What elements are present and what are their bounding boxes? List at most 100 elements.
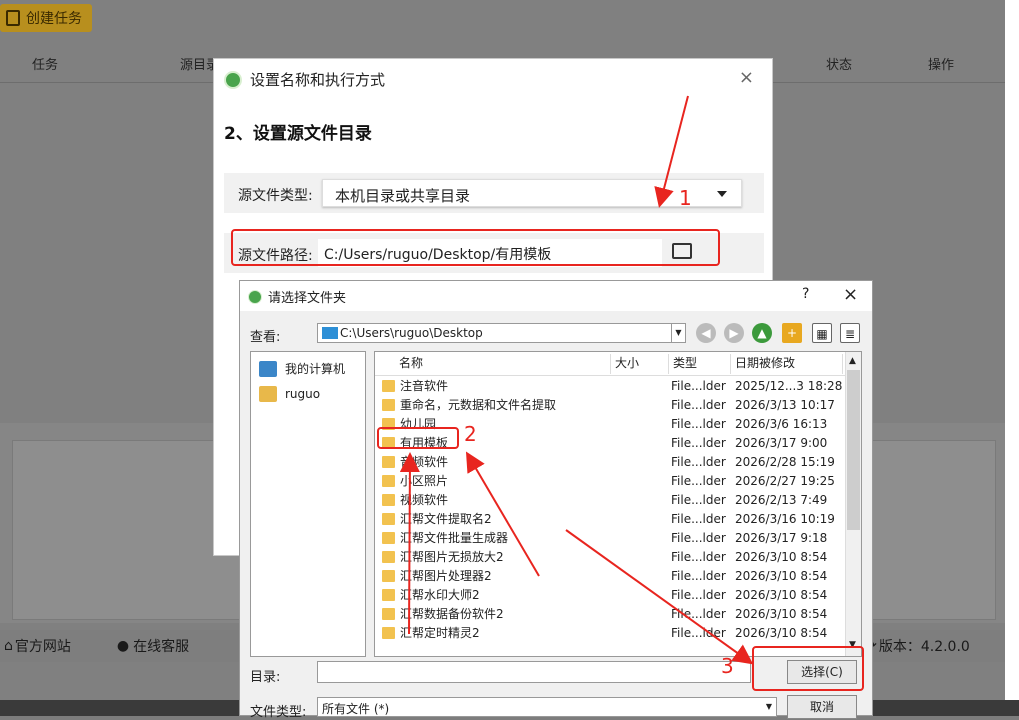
file-date: 2026/3/10 8:54	[735, 607, 828, 621]
column-date[interactable]: 日期被修改	[731, 354, 843, 374]
file-name: 汇帮图片处理器2	[400, 569, 492, 583]
file-name: 汇帮文件批量生成器	[400, 531, 509, 545]
new-folder-icon[interactable]: +	[782, 323, 802, 343]
scrollbar[interactable]: ▲ ▼	[845, 352, 861, 656]
file-type: File...lder	[671, 588, 726, 602]
file-type: File...lder	[671, 512, 726, 526]
file-date: 2026/3/6 16:13	[735, 417, 828, 431]
folder-icon	[382, 380, 395, 392]
highlight-path-row	[231, 229, 720, 266]
place-ruguo[interactable]: ruguo	[259, 386, 320, 402]
look-in-label: 查看:	[250, 330, 281, 345]
file-type: File...lder	[671, 607, 726, 621]
file-type: File...lder	[671, 436, 726, 450]
close-icon[interactable]: ×	[739, 67, 754, 88]
place-my-computer[interactable]: 我的计算机	[259, 360, 345, 377]
column-action: 操作	[928, 58, 955, 73]
highlight-folder	[377, 427, 459, 449]
column-name[interactable]: 名称	[395, 354, 611, 374]
file-name: 视频软件	[400, 493, 449, 507]
folder-icon	[382, 513, 395, 525]
task-icon	[6, 10, 20, 26]
forward-icon[interactable]: ▶	[724, 323, 744, 343]
file-row[interactable]: 汇帮图片无损放大2 File...lder 2026/3/10 8:54	[375, 548, 845, 567]
column-size[interactable]: 大小	[611, 354, 669, 374]
file-row[interactable]: 音频软件 File...lder 2026/2/28 15:19	[375, 453, 845, 472]
file-row[interactable]: 汇帮文件提取名2 File...lder 2026/3/16 10:19	[375, 510, 845, 529]
file-row[interactable]: 注音软件 File...lder 2025/12...3 18:28	[375, 377, 845, 396]
step-number-2: 2	[464, 422, 477, 446]
detail-view-icon[interactable]: ≣	[840, 323, 860, 343]
help-icon[interactable]: ?	[802, 286, 809, 302]
scroll-thumb[interactable]	[847, 370, 860, 530]
version-label: 版本：4.2.0.0	[878, 639, 970, 655]
user-folder-icon	[259, 386, 277, 402]
create-task-button[interactable]: 创建任务	[0, 4, 92, 32]
file-type: File...lder	[671, 626, 726, 640]
file-row[interactable]: 汇帮定时精灵2 File...lder 2026/3/10 8:54	[375, 624, 845, 643]
directory-input[interactable]	[317, 661, 751, 683]
column-type[interactable]: 类型	[669, 354, 731, 374]
file-row[interactable]: 汇帮图片处理器2 File...lder 2026/3/10 8:54	[375, 567, 845, 586]
file-date: 2026/3/10 8:54	[735, 588, 828, 602]
dialog-title: 设置名称和执行方式	[224, 69, 385, 90]
file-date: 2026/3/17 9:00	[735, 436, 828, 450]
file-name: 汇帮水印大师2	[400, 588, 480, 602]
folder-icon	[382, 494, 395, 506]
file-type: File...lder	[671, 417, 726, 431]
folder-icon	[382, 475, 395, 487]
folder-icon	[382, 589, 395, 601]
folder-icon	[382, 627, 395, 639]
file-name: 汇帮定时精灵2	[400, 626, 480, 640]
folder-icon	[382, 608, 395, 620]
support-icon: ●	[116, 638, 130, 654]
header-separator	[375, 375, 845, 376]
filetype-label: 文件类型:	[250, 705, 307, 720]
list-view-icon[interactable]: ▦	[812, 323, 832, 343]
file-type: File...lder	[671, 474, 726, 488]
scroll-up-icon[interactable]: ▲	[849, 356, 856, 366]
file-date: 2026/2/27 19:25	[735, 474, 835, 488]
file-row[interactable]: 汇帮数据备份软件2 File...lder 2026/3/10 8:54	[375, 605, 845, 624]
cancel-button[interactable]: 取消	[787, 695, 857, 719]
directory-label: 目录:	[250, 670, 281, 685]
chevron-down-icon[interactable]: ▼	[671, 324, 685, 342]
support-link[interactable]: 在线客服	[133, 636, 189, 656]
file-type: File...lder	[671, 379, 726, 393]
file-row[interactable]: 视频软件 File...lder 2026/2/13 7:49	[375, 491, 845, 510]
place-label: ruguo	[285, 387, 321, 401]
step-number-1: 1	[679, 186, 692, 210]
file-date: 2026/3/10 8:54	[735, 626, 828, 640]
back-icon[interactable]: ◀	[696, 323, 716, 343]
file-type: File...lder	[671, 455, 726, 469]
up-icon[interactable]: ▲	[752, 323, 772, 343]
close-icon[interactable]: ×	[843, 284, 858, 305]
desktop-edge	[1005, 0, 1019, 700]
website-link[interactable]: 官方网站	[15, 636, 71, 656]
picker-title: 请选择文件夹	[248, 287, 346, 306]
file-row[interactable]: 汇帮文件批量生成器 File...lder 2026/3/17 9:18	[375, 529, 845, 548]
file-row[interactable]: 小区照片 File...lder 2026/2/27 19:25	[375, 472, 845, 491]
place-label: 我的计算机	[285, 362, 346, 376]
file-name: 音频软件	[400, 455, 449, 469]
picker-title-text: 请选择文件夹	[268, 291, 347, 306]
chevron-down-icon[interactable]: ▼	[762, 698, 776, 716]
look-in-value: C:\Users\ruguo\Desktop	[340, 326, 483, 340]
file-date: 2026/3/13 10:17	[735, 398, 835, 412]
folder-icon	[382, 532, 395, 544]
file-row[interactable]: 汇帮水印大师2 File...lder 2026/3/10 8:54	[375, 586, 845, 605]
folder-icon	[382, 551, 395, 563]
step-number-3: 3	[721, 654, 734, 678]
file-row[interactable]: 重命名，元数据和文件名提取 File...lder 2026/3/13 10:17	[375, 396, 845, 415]
filetype-combo[interactable]: 所有文件 (*) ▼	[317, 697, 777, 717]
file-date: 2026/2/28 15:19	[735, 455, 835, 469]
file-type: File...lder	[671, 569, 726, 583]
file-name: 注音软件	[400, 379, 449, 393]
source-type-value: 本机目录或共享目录	[335, 187, 471, 205]
look-in-combo[interactable]: C:\Users\ruguo\Desktop ▼	[317, 323, 686, 343]
file-date: 2026/3/17 9:18	[735, 531, 828, 545]
file-type: File...lder	[671, 398, 726, 412]
section-heading: 2、设置源文件目录	[224, 124, 372, 144]
folder-icon	[382, 399, 395, 411]
file-type: File...lder	[671, 550, 726, 564]
